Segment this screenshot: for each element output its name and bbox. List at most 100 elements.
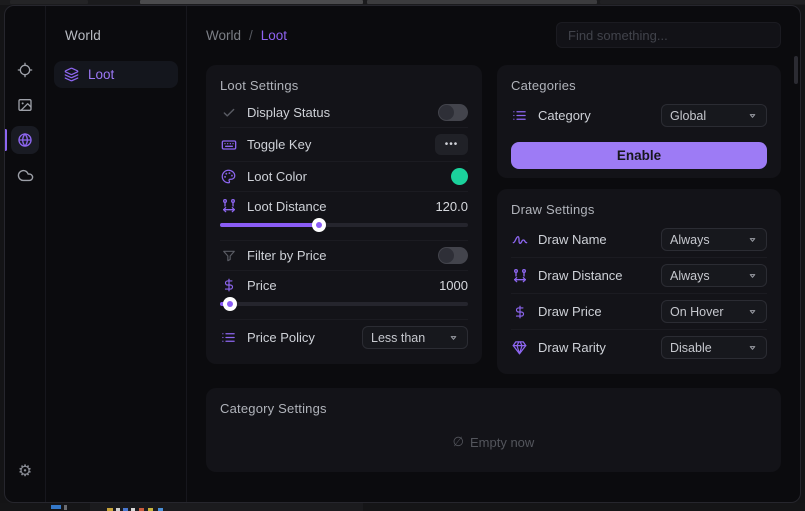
setting-label: Loot Distance	[247, 199, 425, 214]
desktop: ⚙ World Loot World / Loot	[0, 0, 805, 511]
background-titlebar	[600, 0, 805, 4]
loot-distance-slider[interactable]	[220, 218, 468, 232]
background-window-sliver-bottom	[0, 503, 805, 511]
enable-button[interactable]: Enable	[511, 142, 767, 169]
select-value: Always	[670, 269, 710, 283]
price-policy-select[interactable]: Less than	[362, 326, 468, 349]
sidebar-item-loot[interactable]: Loot	[54, 61, 178, 88]
setting-value: 1000	[439, 278, 468, 293]
background-titlebar	[367, 0, 597, 4]
taskbar-icon	[64, 505, 67, 510]
select-value: Global	[670, 109, 706, 123]
empty-state-label: Empty now	[470, 435, 534, 450]
setting-label: Draw Distance	[538, 268, 651, 283]
rail-item-cloud[interactable]	[11, 161, 39, 189]
setting-row-price: Price 1000	[220, 271, 468, 320]
dollar-icon	[220, 277, 237, 293]
rail-item-world[interactable]	[11, 126, 39, 154]
sidebar-item-label: Loot	[88, 67, 114, 82]
search-input[interactable]	[556, 22, 781, 48]
breadcrumb-world[interactable]: World	[206, 28, 241, 43]
setting-value: 120.0	[435, 199, 468, 214]
content: Loot Settings Display Status	[187, 48, 800, 472]
panel-title: Loot Settings	[220, 78, 468, 93]
setting-label: Price	[247, 278, 429, 293]
empty-state: ∅ Empty now	[220, 421, 767, 463]
price-slider[interactable]	[220, 297, 468, 311]
list-icon	[511, 108, 528, 124]
setting-label: Loot Color	[247, 169, 441, 184]
setting-row-filter-by-price: Filter by Price	[220, 241, 468, 271]
filter-by-price-toggle[interactable]	[438, 247, 468, 264]
select-value: Disable	[670, 341, 712, 355]
topbar: World / Loot	[187, 6, 800, 48]
panel-title: Draw Settings	[511, 202, 767, 217]
cloud-icon	[17, 167, 34, 184]
image-icon	[17, 97, 33, 113]
setting-row-draw-distance: Draw Distance Always	[511, 258, 767, 294]
people-arrows-icon	[511, 268, 528, 284]
toggle-key-button[interactable]: •••	[435, 134, 468, 155]
slider-fill	[220, 223, 319, 227]
setting-row-draw-rarity: Draw Rarity Disable	[511, 330, 767, 365]
gear-icon: ⚙	[18, 461, 32, 481]
chevron-down-icon	[747, 234, 758, 245]
setting-label: Draw Rarity	[538, 340, 651, 355]
rail-item-aim[interactable]	[11, 56, 39, 84]
scrollbar-thumb[interactable]	[794, 56, 798, 84]
rail-item-settings[interactable]: ⚙	[11, 457, 39, 485]
setting-row-category: Category Global	[511, 98, 767, 133]
chevron-down-icon	[747, 270, 758, 281]
setting-row-loot-distance: Loot Distance 120.0	[220, 192, 468, 241]
panel-title: Categories	[511, 78, 767, 93]
empty-set-icon: ∅	[453, 434, 464, 450]
category-select[interactable]: Global	[661, 104, 767, 127]
setting-label: Price Policy	[247, 330, 352, 345]
setting-label: Filter by Price	[247, 248, 428, 263]
rail-item-visuals[interactable]	[11, 91, 39, 119]
keyboard-icon	[220, 137, 237, 153]
layers-icon	[64, 67, 79, 82]
panel-draw-settings: Draw Settings Draw Name Always	[497, 189, 781, 374]
breadcrumb-separator: /	[249, 28, 253, 43]
toggle-knob	[439, 248, 454, 263]
draw-name-select[interactable]: Always	[661, 228, 767, 251]
panel-loot-settings: Loot Settings Display Status	[206, 65, 482, 364]
setting-label: Draw Price	[538, 304, 651, 319]
breadcrumb: World / Loot	[206, 28, 287, 43]
signature-icon	[511, 232, 528, 248]
setting-row-display-status: Display Status	[220, 98, 468, 128]
setting-label: Toggle Key	[247, 137, 425, 152]
slider-thumb[interactable]	[223, 297, 237, 311]
panel-categories: Categories Category Global	[497, 65, 781, 178]
select-value: On Hover	[670, 305, 724, 319]
slider-track[interactable]	[220, 302, 468, 306]
display-status-toggle[interactable]	[438, 104, 468, 121]
setting-row-draw-name: Draw Name Always	[511, 222, 767, 258]
chevron-down-icon	[747, 306, 758, 317]
panel-title: Category Settings	[220, 401, 767, 416]
toggle-knob	[439, 105, 454, 120]
select-value: Always	[670, 233, 710, 247]
palette-icon	[220, 169, 237, 185]
sidebar-header: World	[65, 28, 178, 43]
breadcrumb-loot[interactable]: Loot	[261, 28, 287, 43]
setting-label: Category	[538, 108, 651, 123]
funnel-icon	[220, 248, 237, 264]
slider-thumb[interactable]	[312, 218, 326, 232]
people-arrows-icon	[220, 198, 237, 214]
crosshair-icon	[17, 62, 33, 78]
panel-category-settings: Category Settings ∅ Empty now	[206, 388, 781, 472]
select-value: Less than	[371, 331, 425, 345]
draw-distance-select[interactable]: Always	[661, 264, 767, 287]
draw-price-select[interactable]: On Hover	[661, 300, 767, 323]
chevron-down-icon	[747, 342, 758, 353]
setting-row-price-policy: Price Policy Less than	[220, 320, 468, 355]
loot-color-swatch[interactable]	[451, 168, 468, 185]
setting-label: Display Status	[247, 105, 428, 120]
taskbar-icon	[51, 505, 61, 509]
draw-rarity-select[interactable]: Disable	[661, 336, 767, 359]
background-titlebar	[140, 0, 363, 4]
check-icon	[220, 105, 237, 121]
icon-rail: ⚙	[5, 6, 46, 502]
